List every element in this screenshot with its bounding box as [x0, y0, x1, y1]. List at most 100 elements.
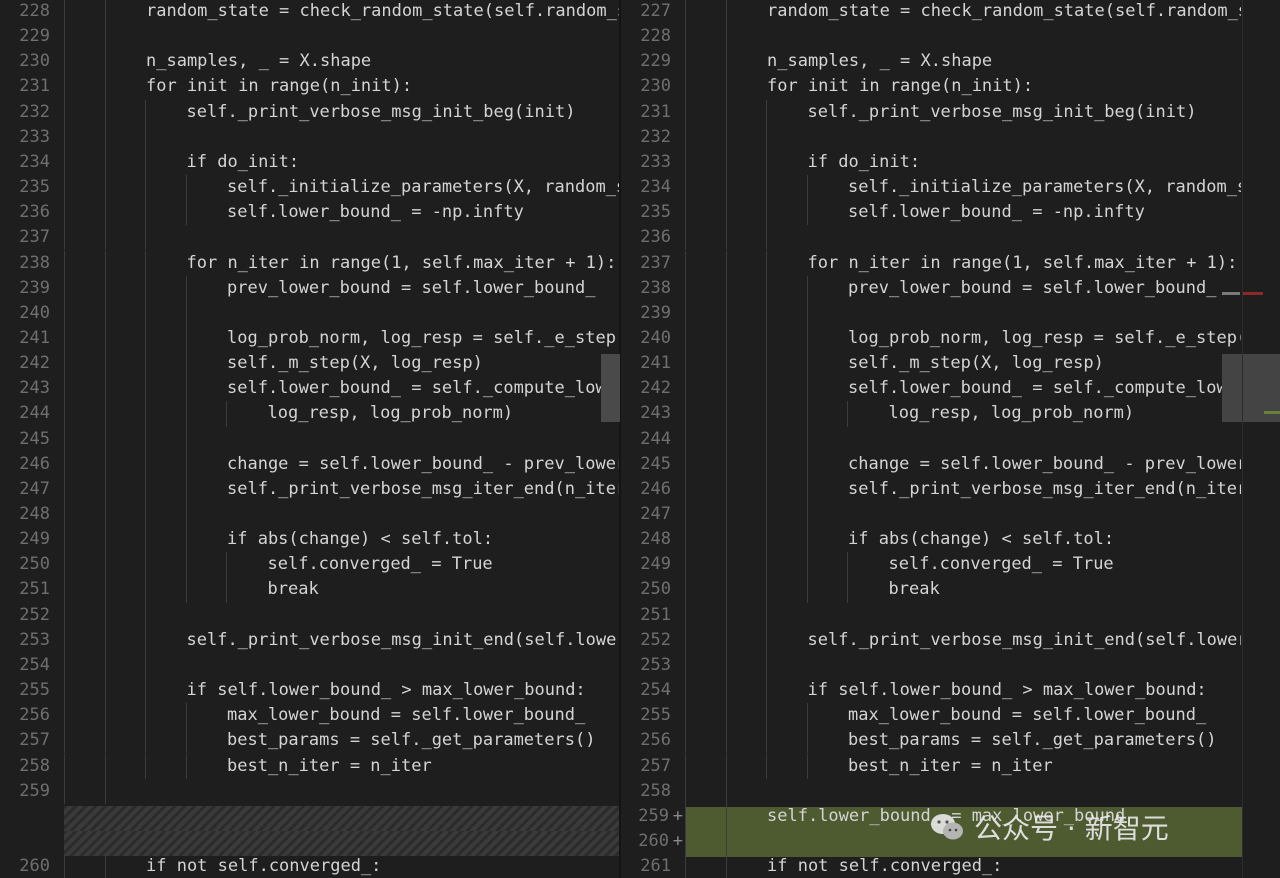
- code-line[interactable]: for n_iter in range(1, self.max_iter + 1…: [685, 250, 1241, 276]
- code-line[interactable]: n_samples, _ = X.shape: [64, 49, 620, 75]
- code-line[interactable]: best_params = self._get_parameters(): [64, 728, 620, 754]
- indent-guide: [145, 728, 146, 754]
- code-line[interactable]: self.lower_bound_ = -np.infty: [64, 200, 620, 226]
- code-line[interactable]: self._print_verbose_msg_init_beg(init): [685, 99, 1241, 125]
- indent-guide: [64, 0, 65, 25]
- indent-guide: [806, 300, 808, 326]
- code-line[interactable]: self._print_verbose_msg_init_end(self.lo…: [685, 627, 1241, 653]
- indent-guide: [806, 451, 808, 477]
- gutter-row: 242: [0, 351, 64, 376]
- code-line[interactable]: [685, 124, 1241, 150]
- code-line[interactable]: best_n_iter = n_iter: [685, 753, 1241, 779]
- code-area[interactable]: random_state = check_random_state(self.r…: [64, 0, 620, 878]
- indent-guide: [766, 351, 767, 377]
- code-line[interactable]: [64, 300, 620, 326]
- indent-guide: [64, 451, 65, 477]
- code-line[interactable]: self.lower_bound_ = self._compute_lower: [64, 376, 620, 402]
- code-line[interactable]: if do_init:: [685, 149, 1241, 176]
- line-number: 259: [19, 780, 50, 801]
- code-line[interactable]: [64, 778, 620, 804]
- code-line[interactable]: [64, 652, 620, 679]
- code-line[interactable]: best_n_iter = n_iter: [64, 753, 620, 779]
- indent-guide: [185, 703, 187, 729]
- code-line[interactable]: [64, 426, 620, 452]
- line-number: 242: [640, 378, 671, 399]
- line-number: 253: [640, 654, 671, 675]
- code-line[interactable]: [64, 602, 620, 628]
- indent-guide: [145, 376, 146, 402]
- code-line[interactable]: self._print_verbose_msg_iter_end(n_iter: [685, 476, 1241, 502]
- indent-guide: [64, 300, 65, 326]
- code-line[interactable]: self._m_step(X, log_resp): [685, 351, 1241, 377]
- code-line[interactable]: [64, 24, 620, 50]
- code-text: self.lower_bound_ = -np.infty: [227, 202, 524, 223]
- code-line[interactable]: self.lower_bound_ = -np.infty: [685, 200, 1241, 226]
- code-line[interactable]: [64, 225, 620, 251]
- code-line[interactable]: max_lower_bound = self.lower_bound_: [685, 703, 1241, 729]
- code-line[interactable]: prev_lower_bound = self.lower_bound_: [685, 275, 1241, 301]
- code-line[interactable]: prev_lower_bound = self.lower_bound_: [64, 275, 620, 301]
- indent-guide: [104, 602, 106, 628]
- code-line[interactable]: log_prob_norm, log_resp = self._e_step(: [685, 325, 1241, 352]
- indent-guide: [104, 627, 106, 653]
- gutter-row: 256: [0, 703, 64, 728]
- modified-file-pane[interactable]: 227 228 229 230 231 232 233 234 235 236 237 238 239 2…: [621, 0, 1280, 878]
- code-line[interactable]: self._m_step(X, log_resp): [64, 351, 620, 377]
- code-line[interactable]: if abs(change) < self.tol:: [685, 527, 1241, 553]
- code-line[interactable]: for init in range(n_init):: [685, 74, 1241, 100]
- code-line[interactable]: self._initialize_parameters(X, random_s: [64, 175, 620, 201]
- code-line[interactable]: random_state = check_random_state(self.r…: [685, 0, 1241, 25]
- code-line[interactable]: n_samples, _ = X.shape: [685, 49, 1241, 75]
- code-line[interactable]: if not self.converged_:: [64, 854, 620, 878]
- left-scrollbar-thumb[interactable]: [601, 354, 620, 422]
- code-line[interactable]: [685, 602, 1241, 628]
- code-line[interactable]: self._print_verbose_msg_iter_end(n_iter: [64, 476, 620, 502]
- gutter-row: 239: [621, 301, 685, 326]
- code-line[interactable]: self.converged_ = True: [685, 552, 1241, 578]
- code-line[interactable]: break: [685, 577, 1241, 603]
- gutter-row: 239: [0, 276, 64, 301]
- code-line[interactable]: if not self.converged_:: [685, 854, 1241, 878]
- code-area[interactable]: random_state = check_random_state(self.r…: [685, 0, 1241, 878]
- line-number: 252: [19, 604, 50, 625]
- code-line[interactable]: [685, 426, 1241, 452]
- code-line[interactable]: [685, 778, 1241, 804]
- code-line[interactable]: for init in range(n_init):: [64, 74, 620, 100]
- indent-guide: [766, 577, 767, 603]
- code-text: break: [888, 579, 940, 600]
- code-line[interactable]: [685, 300, 1241, 326]
- code-line[interactable]: log_prob_norm, log_resp = self._e_step(: [64, 325, 620, 352]
- code-text: if abs(change) < self.tol:: [848, 529, 1115, 550]
- code-line[interactable]: self._print_verbose_msg_init_end(self.lo…: [64, 627, 620, 653]
- indent-guide: [145, 250, 146, 276]
- code-line[interactable]: change = self.lower_bound_ - prev_lower: [685, 451, 1241, 477]
- code-line[interactable]: log_resp, log_prob_norm): [685, 401, 1241, 427]
- code-line[interactable]: for n_iter in range(1, self.max_iter + 1…: [64, 250, 620, 276]
- gutter-row: 229: [621, 49, 685, 74]
- code-line[interactable]: max_lower_bound = self.lower_bound_: [64, 703, 620, 729]
- code-line[interactable]: break: [64, 577, 620, 603]
- code-line[interactable]: self._initialize_parameters(X, random_s: [685, 175, 1241, 201]
- code-line[interactable]: if self.lower_bound_ > max_lower_bound:: [685, 678, 1241, 704]
- code-line[interactable]: change = self.lower_bound_ - prev_lower: [64, 451, 620, 477]
- indent-guide: [104, 149, 106, 176]
- code-text: self._initialize_parameters(X, random_s: [848, 177, 1241, 198]
- code-text: random_state = check_random_state(self.r…: [146, 1, 620, 21]
- code-line[interactable]: [685, 652, 1241, 679]
- code-line[interactable]: best_params = self._get_parameters(): [685, 728, 1241, 754]
- original-file-pane[interactable]: 228 229 230 231 232 233 234 235 236 237 238 239 240 2…: [0, 0, 621, 878]
- code-line[interactable]: if do_init:: [64, 149, 620, 176]
- code-line[interactable]: self.lower_bound_ = self._compute_lower: [685, 376, 1241, 402]
- code-line[interactable]: [685, 502, 1241, 528]
- code-line[interactable]: log_resp, log_prob_norm): [64, 401, 620, 427]
- code-line[interactable]: [64, 124, 620, 150]
- code-line[interactable]: [64, 502, 620, 528]
- indent-guide: [725, 49, 727, 75]
- code-line[interactable]: if abs(change) < self.tol:: [64, 527, 620, 553]
- code-line[interactable]: if self.lower_bound_ > max_lower_bound:: [64, 678, 620, 704]
- code-line[interactable]: self._print_verbose_msg_init_beg(init): [64, 99, 620, 125]
- code-line[interactable]: [685, 24, 1241, 50]
- code-line[interactable]: self.converged_ = True: [64, 552, 620, 578]
- code-line[interactable]: random_state = check_random_state(self.r…: [64, 0, 620, 25]
- code-line[interactable]: [685, 225, 1241, 251]
